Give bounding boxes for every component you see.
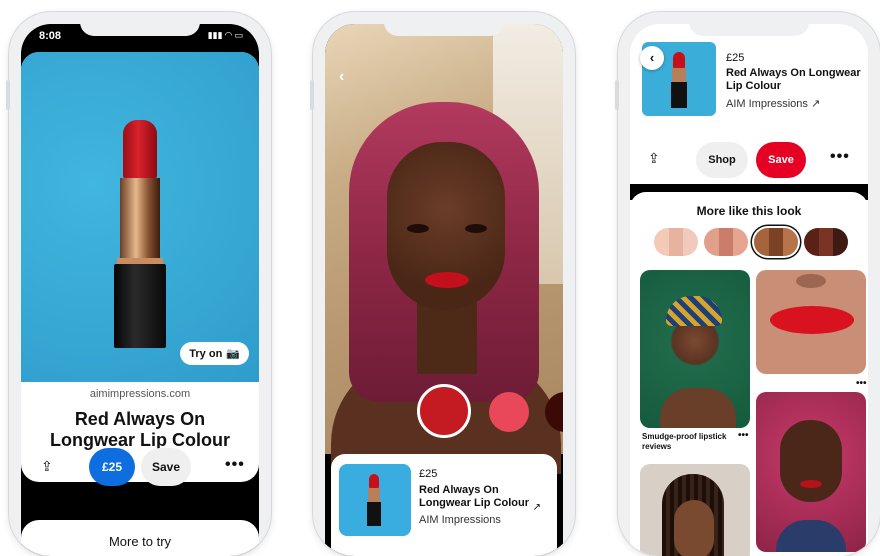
lips xyxy=(425,272,469,288)
save-button[interactable]: Save xyxy=(141,448,191,486)
screen: 8:08 ▮▮▮ ◠ ▭ Try on 📷 aimimpressions.com… xyxy=(21,24,259,556)
external-link-icon[interactable]: ↗ xyxy=(811,98,820,110)
save-button[interactable]: Save xyxy=(756,142,806,178)
shop-button[interactable]: Shop xyxy=(696,142,748,178)
look-swatch-selected[interactable] xyxy=(754,228,798,256)
status-time: 8:08 xyxy=(39,30,62,42)
signal-wifi-battery-icon: ▮▮▮ ◠ ▭ xyxy=(207,30,243,40)
pin-info: aimimpressions.com Red Always On Longwea… xyxy=(21,382,259,451)
status-bar: 8:08 ▮▮▮ ◠ ▭ xyxy=(37,30,243,44)
camera-icon: 📷 xyxy=(226,348,240,360)
more-options-icon[interactable]: ••• xyxy=(856,378,867,389)
more-options-icon[interactable]: ••• xyxy=(225,456,245,474)
external-link-icon[interactable]: ↗ xyxy=(533,502,541,513)
more-options-icon[interactable]: ••• xyxy=(830,148,850,166)
product-price: £25 xyxy=(419,468,438,480)
source-site-link[interactable]: aimimpressions.com xyxy=(21,388,259,400)
price-button[interactable]: £25 xyxy=(89,448,135,486)
phone-notch xyxy=(384,12,504,36)
product-brand: AIM Impressions xyxy=(419,514,501,526)
product-card[interactable]: £25 Red Always On Longwear Lip Colour AI… xyxy=(331,454,557,556)
back-chevron-icon: ‹ xyxy=(649,50,655,65)
share-icon[interactable]: ⇪ xyxy=(41,458,53,475)
pin-title: Red Always On Longwear Lip Colour xyxy=(50,409,230,450)
back-button[interactable]: ‹ xyxy=(640,46,664,70)
lipstick-image xyxy=(114,120,166,348)
pin-closeup-card: Try on 📷 aimimpressions.com Red Always O… xyxy=(21,52,259,482)
screen: ‹ £25 Red Always On Longwear Lip Colour … xyxy=(630,24,868,556)
phone-more-like-this: ‹ £25 Red Always On Longwear Lip Colour … xyxy=(618,12,880,556)
look-swatch[interactable] xyxy=(804,228,848,256)
pin-tile[interactable] xyxy=(756,270,866,374)
shade-swatch-selected[interactable] xyxy=(417,384,471,438)
product-title: Red Always On Longwear Lip Colour xyxy=(419,484,529,509)
look-swatch[interactable] xyxy=(704,228,748,256)
pin-actions: ⇪ Shop Save ••• xyxy=(630,142,868,182)
more-like-this-feed: More like this look Smudge-proof lipstic… xyxy=(630,192,868,556)
pin-actions: ⇪ £25 Save ••• xyxy=(21,448,259,488)
more-to-try-label: More to try xyxy=(108,534,172,549)
try-on-label: Try on xyxy=(189,347,223,360)
phone-product-pin: 8:08 ▮▮▮ ◠ ▭ Try on 📷 aimimpressions.com… xyxy=(9,12,271,556)
pin-tile[interactable] xyxy=(756,392,866,552)
product-card-text: £25 Red Always On Longwear Lip Colour AI… xyxy=(419,468,547,526)
product-title: Red Always On Longwear Lip Colour xyxy=(726,67,861,92)
product-header: £25 Red Always On Longwear Lip Colour AI… xyxy=(630,24,868,189)
product-text: £25 Red Always On Longwear Lip Colour AI… xyxy=(726,52,862,110)
screen: ‹ £25 Red Always On Longwear Lip Colour … xyxy=(325,24,563,556)
shade-swatch[interactable] xyxy=(489,392,529,432)
product-price: £25 xyxy=(726,52,745,64)
pin-tile[interactable] xyxy=(640,270,750,428)
product-thumbnail xyxy=(339,464,411,536)
pin-caption[interactable]: Smudge-proof lipstick reviews xyxy=(642,432,732,452)
section-title: More like this look xyxy=(696,204,802,218)
back-chevron-icon[interactable]: ‹ xyxy=(339,68,344,86)
phone-try-on-camera: ‹ £25 Red Always On Longwear Lip Colour … xyxy=(313,12,575,556)
product-brand[interactable]: AIM Impressions xyxy=(726,98,808,110)
product-image[interactable]: Try on 📷 xyxy=(21,52,259,382)
share-icon[interactable]: ⇪ xyxy=(648,150,660,167)
phone-notch xyxy=(689,12,809,36)
pin-tile[interactable] xyxy=(640,464,750,556)
try-on-button[interactable]: Try on 📷 xyxy=(180,342,249,365)
more-options-icon[interactable]: ••• xyxy=(738,430,749,441)
look-swatch[interactable] xyxy=(654,228,698,256)
